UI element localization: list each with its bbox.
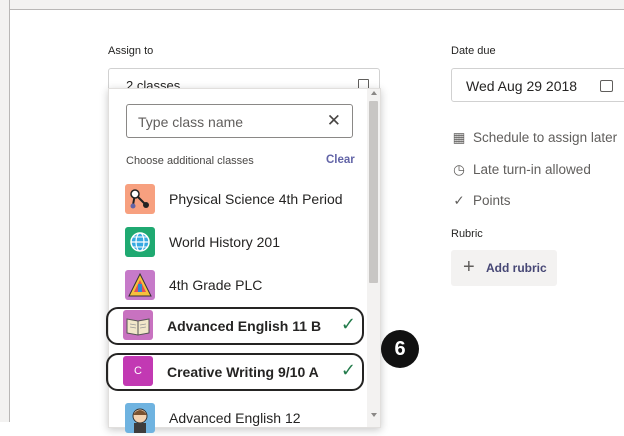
class-name: Physical Science 4th Period [169, 191, 343, 207]
scrollbar[interactable] [367, 89, 380, 427]
scroll-down-icon[interactable] [371, 413, 377, 417]
date-due-label: Date due [451, 45, 496, 57]
class-name: Creative Writing 9/10 A [167, 364, 319, 380]
shakespeare-icon [125, 403, 155, 433]
class-name: 4th Grade PLC [169, 277, 263, 293]
class-name: Advanced English 12 [169, 410, 301, 426]
class-search-input[interactable]: Type class name ✕ [126, 104, 353, 138]
add-rubric-button[interactable]: + Add rubric [451, 250, 557, 286]
clock-icon: ◷ [453, 162, 465, 177]
checkmark-icon: ✓ [340, 360, 356, 380]
step-badge: 6 [381, 330, 419, 368]
choose-classes-label: Choose additional classes [126, 155, 254, 167]
calendar-icon: ▦ [452, 130, 466, 145]
plus-icon: + [463, 256, 475, 278]
book-icon [123, 310, 153, 340]
late-label: Late turn-in allowed [473, 162, 591, 177]
close-icon[interactable]: ✕ [327, 111, 341, 131]
checkmark-icon: ✓ [453, 193, 465, 208]
class-option-world-history[interactable]: World History 201 [121, 224, 361, 260]
scroll-up-icon[interactable] [371, 91, 377, 95]
checkmark-icon: ✓ [340, 314, 356, 334]
letter-c-text: C [134, 365, 142, 377]
class-option-advanced-english-11b[interactable]: Advanced English 11 B ✓ [106, 307, 364, 345]
globe-icon [125, 227, 155, 257]
molecule-icon [125, 184, 155, 214]
add-rubric-label: Add rubric [486, 261, 547, 275]
pencil-triangle-icon [125, 270, 155, 300]
clear-button[interactable]: Clear [326, 154, 355, 166]
class-option-advanced-english-12[interactable]: Advanced English 12 [121, 400, 361, 436]
points-option[interactable]: ✓ Points [451, 193, 511, 209]
left-divider [0, 0, 10, 422]
class-option-4th-grade-plc[interactable]: 4th Grade PLC [121, 267, 361, 303]
scroll-thumb[interactable] [369, 101, 378, 283]
letter-c-icon: C [123, 356, 153, 386]
class-name: Advanced English 11 B [167, 318, 322, 334]
assign-to-label: Assign to [108, 45, 154, 57]
top-divider [0, 0, 624, 10]
schedule-option[interactable]: ▦ Schedule to assign later [451, 130, 617, 146]
date-due-value: Wed Aug 29 2018 [466, 78, 578, 94]
class-option-creative-writing[interactable]: C Creative Writing 9/10 A ✓ [106, 353, 364, 391]
late-turn-in-option[interactable]: ◷ Late turn-in allowed [451, 162, 591, 178]
rubric-label: Rubric [451, 228, 483, 240]
class-picker-dropdown: Type class name ✕ Choose additional clas… [106, 88, 381, 433]
points-label: Points [473, 193, 511, 208]
schedule-label: Schedule to assign later [473, 130, 618, 145]
calendar-icon[interactable] [600, 80, 613, 92]
search-placeholder: Type class name [138, 114, 244, 130]
class-option-physical-science[interactable]: Physical Science 4th Period [121, 181, 361, 217]
class-name: World History 201 [169, 234, 281, 250]
date-due-field[interactable]: Wed Aug 29 2018 [451, 68, 624, 102]
